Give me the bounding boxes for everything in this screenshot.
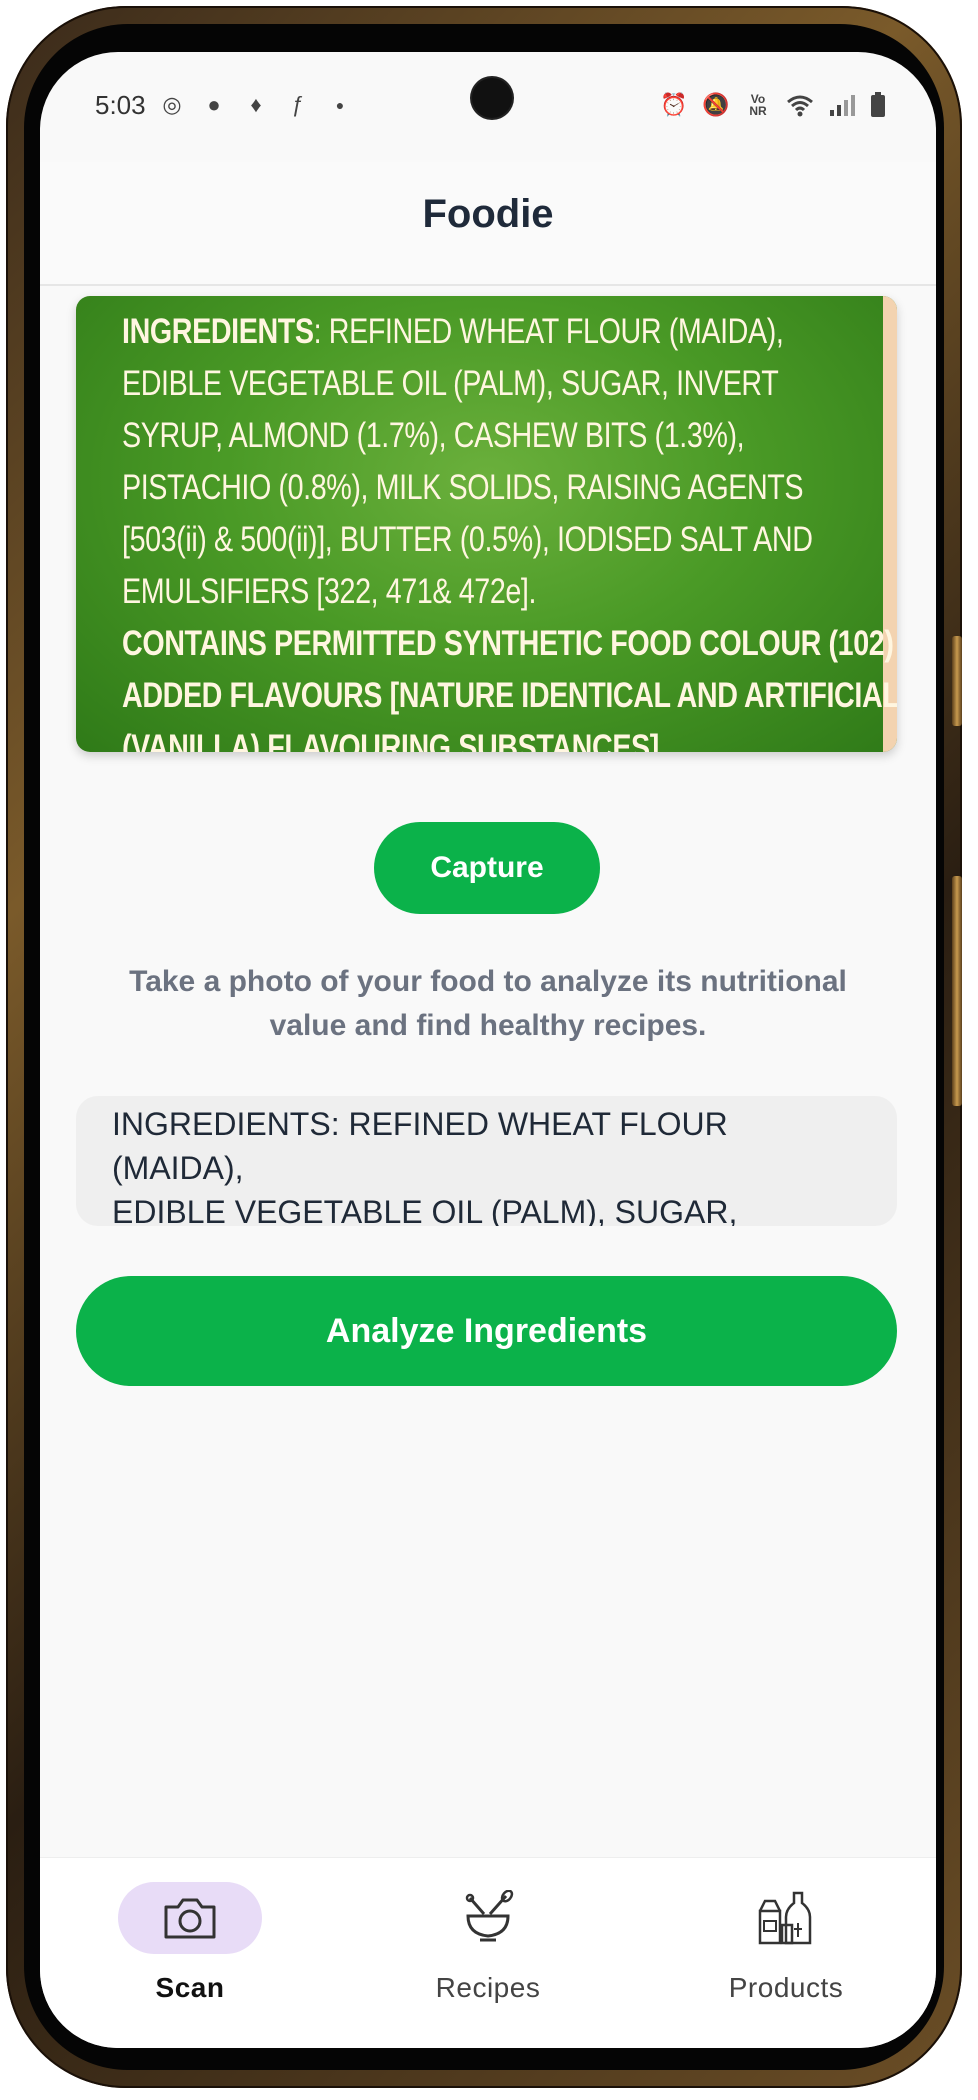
photo-line: ADDED FLAVOURS [NATURE IDENTICAL AND ART… xyxy=(122,676,897,715)
alarm-icon: ⏰ xyxy=(660,92,688,117)
app-icon: ƒ xyxy=(291,92,305,117)
nav-item-products[interactable]: Products xyxy=(676,1882,896,2032)
nav-indicator xyxy=(714,1882,858,1954)
phone-frame: 5:03 ◎ ● ♦ ƒ ● ⏰ 🔕 Vo NR Foodie INGREDIE… xyxy=(6,6,962,2088)
photo-line: PISTACHIO (0.8%), MILK SOLIDS, RAISING A… xyxy=(122,468,804,507)
status-bar: 5:03 ◎ ● ♦ ƒ ● ⏰ 🔕 Vo NR xyxy=(40,52,936,162)
photo-line: CONTAINS PERMITTED SYNTHETIC FOOD COLOUR… xyxy=(122,624,897,663)
captured-photo: INGREDIENTS: REFINED WHEAT FLOUR (MAIDA)… xyxy=(76,296,897,752)
instruction-text: Take a photo of your food to analyze its… xyxy=(129,965,847,1042)
app-title: Foodie xyxy=(422,192,554,236)
system-icons: ⏰ 🔕 Vo NR xyxy=(660,90,886,120)
nav-label-scan: Scan xyxy=(155,1972,225,2003)
screen: 5:03 ◎ ● ♦ ƒ ● ⏰ 🔕 Vo NR Foodie INGREDIE… xyxy=(40,52,936,2048)
nav-indicator xyxy=(416,1882,560,1954)
chat-icon: ● xyxy=(207,92,221,117)
nav-item-recipes[interactable]: Recipes xyxy=(378,1882,598,2032)
notification-icons: ◎ ● ♦ ƒ ● xyxy=(158,90,354,120)
photo-line: [503(ii) & 500(ii)], BUTTER (0.5%), IODI… xyxy=(122,520,813,559)
volte-icon: Vo NR xyxy=(749,92,767,118)
grocery-products-icon xyxy=(758,1891,812,1945)
nav-item-scan[interactable]: Scan xyxy=(80,1882,300,2032)
signal-icon xyxy=(830,95,855,116)
photo-line: EMULSIFIERS [322, 471& 472e]. xyxy=(122,572,537,611)
analyze-ingredients-button[interactable]: Analyze Ingredients xyxy=(76,1276,897,1386)
dot-icon: ● xyxy=(335,97,345,113)
volume-button xyxy=(952,876,962,1106)
photo-line: INGREDIENTS: REFINED WHEAT FLOUR (MAIDA)… xyxy=(122,312,784,351)
battery-icon xyxy=(871,92,885,117)
location-icon: ♦ xyxy=(250,92,262,117)
status-time: 5:03 xyxy=(95,90,146,120)
mixing-bowl-icon xyxy=(465,1890,514,1942)
photo-line: EDIBLE VEGETABLE OIL (PALM), SUGAR, INVE… xyxy=(122,364,779,403)
wifi-icon xyxy=(787,95,813,117)
photo-line: (VANILLA) FLAVOURING SUBSTANCES] xyxy=(122,728,659,752)
nav-label-products: Products xyxy=(728,1972,844,2003)
nav-indicator xyxy=(118,1882,262,1954)
app-bar: Foodie xyxy=(40,162,936,286)
mute-icon: 🔕 xyxy=(702,92,730,117)
whatsapp-icon: ◎ xyxy=(162,92,182,117)
front-camera xyxy=(472,78,512,118)
nav-label-recipes: Recipes xyxy=(435,1972,541,2003)
power-button xyxy=(952,636,962,726)
ocr-text-value: INGREDIENTS: REFINED WHEAT FLOUR (MAIDA)… xyxy=(112,1106,738,1226)
camera-icon xyxy=(164,1898,216,1939)
capture-button[interactable]: Capture xyxy=(374,822,600,914)
bottom-navigation: Scan Recipes Products xyxy=(40,1857,936,2048)
photo-ingredients-text: INGREDIENTS: REFINED WHEAT FLOUR (MAIDA)… xyxy=(122,306,897,752)
ocr-text-field[interactable]: INGREDIENTS: REFINED WHEAT FLOUR (MAIDA)… xyxy=(76,1096,897,1226)
photo-line: SYRUP, ALMOND (1.7%), CASHEW BITS (1.3%)… xyxy=(122,416,745,455)
